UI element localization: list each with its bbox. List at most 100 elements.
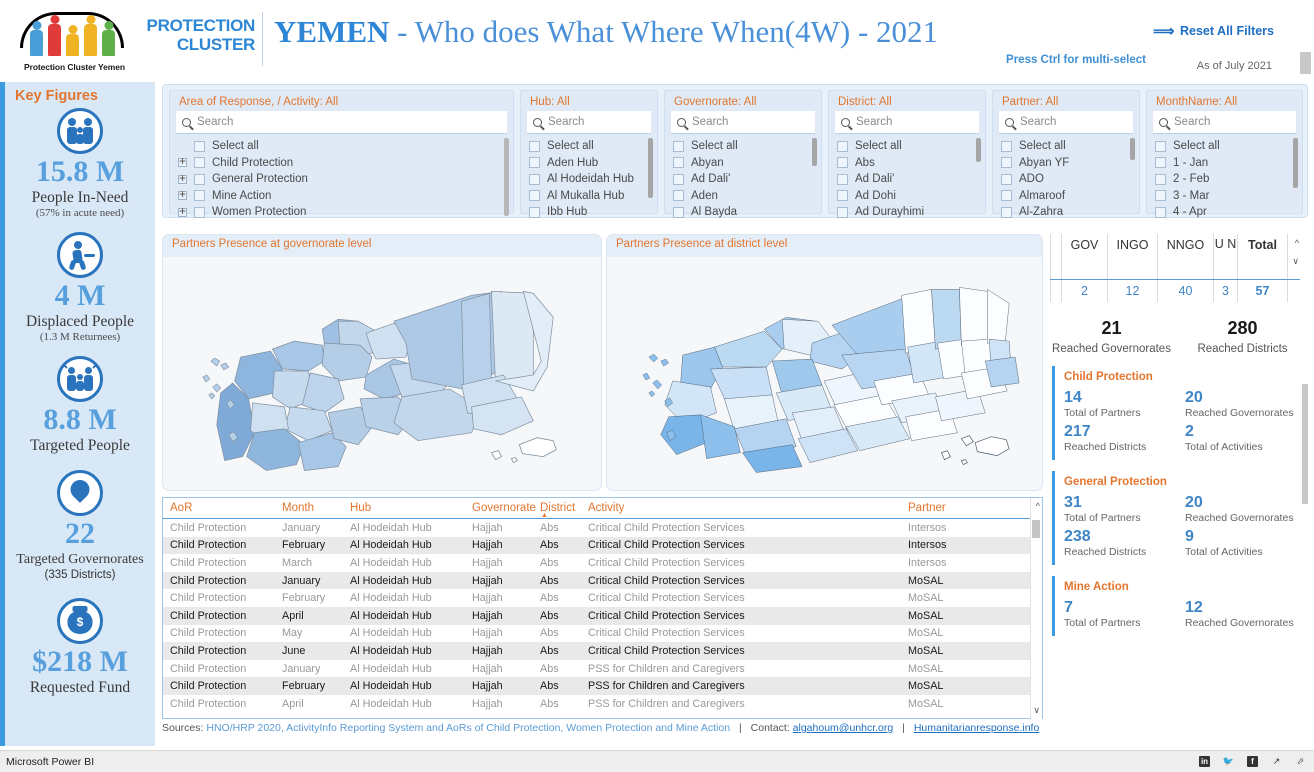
- filter-district[interactable]: District: All Search Select all Abs Ad D…: [828, 90, 986, 218]
- table-scrollbar-thumb[interactable]: [1032, 520, 1040, 538]
- table-row[interactable]: Child Protection January Al Hodeidah Hub Ha…: [163, 519, 1042, 537]
- checkbox[interactable]: [1155, 206, 1166, 218]
- filter-scrollbar[interactable]: [1130, 138, 1135, 160]
- filter-area-of-response[interactable]: Area of Response, / Activity: All Search…: [169, 90, 514, 218]
- checkbox[interactable]: [194, 140, 205, 152]
- column-header-district[interactable]: District ▲: [533, 502, 581, 519]
- expand-icon[interactable]: +: [178, 206, 187, 218]
- reset-all-filters-button[interactable]: ⟸ Reset All Filters: [1153, 22, 1274, 40]
- column-header-partner[interactable]: Partner: [901, 502, 1031, 514]
- filter-list[interactable]: Select all Abyan YF ADO Almaroof Al-Zahr…: [999, 138, 1135, 221]
- column-header-activity[interactable]: Activity: [581, 502, 901, 514]
- facebook-icon[interactable]: f: [1247, 756, 1258, 767]
- checkbox[interactable]: [529, 140, 540, 152]
- checkbox[interactable]: [1001, 140, 1012, 152]
- scroll-down-icon[interactable]: ∨: [1292, 256, 1299, 267]
- filter-scrollbar[interactable]: [976, 138, 981, 162]
- filter-list[interactable]: Select all Abs Ad Dali' Ad Dohi Ad Duray…: [835, 138, 981, 221]
- checkbox[interactable]: [1001, 157, 1012, 169]
- map-canvas-governorate[interactable]: [163, 257, 601, 490]
- checkbox[interactable]: [1155, 190, 1166, 202]
- expand-icon[interactable]: +: [178, 190, 187, 201]
- humanitarian-response-link[interactable]: Humanitarianresponse.info: [914, 722, 1040, 734]
- table-row[interactable]: Child Protection May Al Hodeidah Hub Hajjah…: [163, 625, 1042, 643]
- map-governorate-level[interactable]: Partners Presence at governorate level: [162, 234, 602, 491]
- scroll-up-icon[interactable]: ^: [1295, 238, 1299, 248]
- checkbox[interactable]: [1155, 140, 1166, 152]
- checkbox[interactable]: [837, 190, 848, 202]
- search-input[interactable]: Search: [176, 111, 507, 134]
- search-input[interactable]: Search: [835, 111, 979, 134]
- checkbox[interactable]: [194, 190, 205, 202]
- aor-card-mine-action[interactable]: Mine Action 7 Total of Partners 12 Reached…: [1052, 576, 1306, 636]
- table-row[interactable]: Child Protection April Al Hodeidah Hub Hajj…: [163, 606, 1042, 625]
- filter-month-name[interactable]: MonthName: All Search Select all 1 - Jan…: [1146, 90, 1303, 218]
- table-row[interactable]: Child Protection April Al Hodeidah Hub Hajj…: [163, 695, 1042, 713]
- table-row[interactable]: Child Protection February Al Hodeidah Hub H…: [163, 677, 1042, 695]
- page-scrollbar-thumb[interactable]: [1300, 52, 1311, 74]
- fullscreen-icon[interactable]: ⬀: [1295, 756, 1306, 767]
- aor-card-general-protection[interactable]: General Protection 31 Total of Partners 2…: [1052, 471, 1306, 565]
- checkbox[interactable]: [673, 190, 684, 202]
- checkbox[interactable]: [673, 157, 684, 169]
- table-row[interactable]: Child Protection February Al Hodeidah Hub H…: [163, 589, 1042, 607]
- twitter-icon[interactable]: 🐦: [1223, 756, 1234, 767]
- scroll-down-icon[interactable]: ∨: [1033, 705, 1040, 716]
- filter-scrollbar[interactable]: [1293, 138, 1298, 188]
- linkedin-icon[interactable]: in: [1199, 756, 1210, 767]
- expand-icon[interactable]: +: [178, 157, 187, 168]
- table-row[interactable]: Child Protection January Al Hodeidah Hub Ha…: [163, 571, 1042, 590]
- table-row[interactable]: Child Protection March Al Hodeidah Hub Hajj…: [163, 554, 1042, 572]
- checkbox[interactable]: [673, 173, 684, 185]
- checkbox[interactable]: [529, 190, 540, 202]
- search-input[interactable]: Search: [671, 111, 815, 134]
- checkbox[interactable]: [837, 157, 848, 169]
- filter-scrollbar[interactable]: [648, 138, 653, 198]
- checkbox[interactable]: [1001, 173, 1012, 185]
- filter-partner[interactable]: Partner: All Search Select all Abyan YF …: [992, 90, 1140, 218]
- checkbox[interactable]: [529, 173, 540, 185]
- table-row[interactable]: Child Protection January Al Hodeidah Hub Ha…: [163, 660, 1042, 678]
- aor-card-child-protection[interactable]: Child Protection 14 Total of Partners 20 R…: [1052, 366, 1306, 460]
- filter-scrollbar[interactable]: [812, 138, 817, 166]
- column-header-month[interactable]: Month: [275, 502, 343, 514]
- column-header-aor[interactable]: AoR: [163, 502, 275, 514]
- checkbox[interactable]: [1155, 157, 1166, 169]
- map-district-level[interactable]: Partners Presence at district level: [606, 234, 1043, 491]
- filter-list[interactable]: Select all + Child Protection + General Pr…: [176, 138, 509, 221]
- share-icon[interactable]: ↗: [1271, 756, 1282, 767]
- checkbox[interactable]: [673, 140, 684, 152]
- map-canvas-district[interactable]: [607, 257, 1042, 490]
- table-row[interactable]: Child Protection June Al Hodeidah Hub Hajja…: [163, 642, 1042, 660]
- contact-email-link[interactable]: algahoum@unhcr.org: [793, 722, 894, 734]
- filter-list[interactable]: Select all 1 - Jan 2 - Feb 3 - Mar 4 - A…: [1153, 138, 1298, 221]
- checkbox[interactable]: [194, 206, 205, 218]
- checkbox[interactable]: [194, 173, 205, 185]
- filter-list[interactable]: Select all Abyan Ad Dali' Aden Al Bayda: [671, 138, 817, 221]
- checkbox[interactable]: [1001, 190, 1012, 202]
- checkbox[interactable]: [837, 173, 848, 185]
- checkbox[interactable]: [1155, 173, 1166, 185]
- search-input[interactable]: Search: [527, 111, 651, 134]
- partner-type-table[interactable]: GOV INGO NNGO U N Total 2 12 40 3 57 ^ ∨: [1050, 234, 1300, 306]
- checkbox[interactable]: [837, 206, 848, 218]
- table-row[interactable]: Child Protection February Al Hodeidah Hub H…: [163, 536, 1042, 555]
- column-header-hub[interactable]: Hub: [343, 502, 465, 514]
- checkbox[interactable]: [529, 206, 540, 218]
- scroll-up-icon[interactable]: ^: [1036, 501, 1040, 511]
- table-scrollbar[interactable]: ^ ∨: [1030, 498, 1042, 720]
- column-header-governorate[interactable]: Governorate: [465, 502, 536, 514]
- stats-panel-scrollbar[interactable]: [1302, 384, 1308, 504]
- filter-governorate[interactable]: Governorate: All Search Select all Abyan…: [664, 90, 822, 218]
- checkbox[interactable]: [1001, 206, 1012, 218]
- search-input[interactable]: Search: [1153, 111, 1296, 134]
- checkbox[interactable]: [837, 140, 848, 152]
- data-table[interactable]: AoR Month Hub Governorate District ▲ Acti…: [162, 497, 1043, 720]
- checkbox[interactable]: [194, 157, 205, 169]
- filter-list[interactable]: Select all Aden Hub Al Hodeidah Hub Al M…: [527, 138, 653, 221]
- partner-table-row[interactable]: 2 12 40 3 57: [1050, 280, 1300, 302]
- partner-table-scrollbar[interactable]: ^ ∨: [1287, 234, 1300, 294]
- search-input[interactable]: Search: [999, 111, 1133, 134]
- expand-icon[interactable]: +: [178, 173, 187, 185]
- filter-hub[interactable]: Hub: All Search Select all Aden Hub Al H…: [520, 90, 658, 218]
